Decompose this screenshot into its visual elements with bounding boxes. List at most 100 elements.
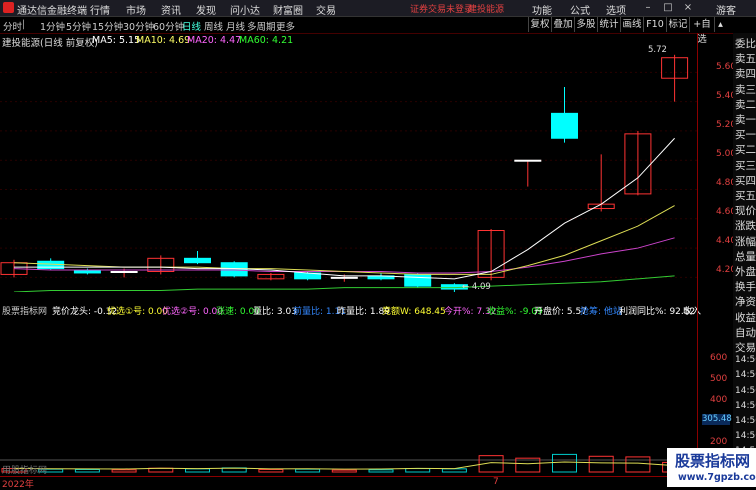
volume-tick: 500 xyxy=(710,374,728,384)
menu-gongneng[interactable]: 功能 xyxy=(532,2,552,17)
time-axis xyxy=(0,476,697,488)
tab-more[interactable]: 更多 xyxy=(276,19,295,33)
side-panel-item: 收益 xyxy=(735,311,756,324)
ma10-line xyxy=(13,205,675,275)
stock-name-link[interactable]: 建投能源 xyxy=(468,2,504,15)
tab-multi-period[interactable]: 多周期 xyxy=(247,19,276,33)
ma5-line xyxy=(14,137,675,280)
side-panel-item: 14:50 xyxy=(735,355,756,366)
volume-ma-line xyxy=(13,461,675,470)
candle-body xyxy=(110,271,138,273)
side-panel-item: 净资 xyxy=(735,296,756,309)
volume-bar xyxy=(331,469,357,473)
app-logo-icon xyxy=(3,2,14,13)
menu-xuanxiang[interactable]: 选项 xyxy=(606,2,626,17)
ma20-line xyxy=(13,237,675,274)
tab-5min[interactable]: 5分钟 xyxy=(66,19,91,33)
candlestick-chart[interactable] xyxy=(0,46,697,292)
tab-60min[interactable]: 60分钟 xyxy=(153,19,184,33)
tab-15min[interactable]: 15分钟 xyxy=(92,19,123,33)
side-panel-item: 外盘 xyxy=(735,266,756,278)
side-panel-item: 委比 xyxy=(735,38,756,50)
volume-bar xyxy=(625,456,651,473)
time-axis-month: 7 xyxy=(493,477,499,487)
menu-hangqing[interactable]: 行情 xyxy=(90,2,110,17)
volume-current-value: 305.48 xyxy=(702,414,732,425)
menu-gongshi[interactable]: 公式 xyxy=(570,2,590,17)
login-warning[interactable]: 证券交易未登录 xyxy=(410,2,473,15)
menu-jiaoyi[interactable]: 交易 xyxy=(316,2,336,17)
indicator-item: 抢筹: 他站 xyxy=(580,307,622,317)
indicator-item: 优选①号: 0.00 xyxy=(107,307,169,317)
watermark-title: 股票指标网 xyxy=(675,452,751,470)
indicator-item: 开盘价: 5.57 xyxy=(534,307,587,317)
tab-daily[interactable]: 日线 xyxy=(182,19,201,33)
indicator-item: 量比: 3.03 xyxy=(253,307,297,317)
tool-huaxian[interactable]: 画线 xyxy=(620,17,643,32)
candle-body xyxy=(330,276,358,279)
side-panel-item: 14:50 xyxy=(735,385,756,396)
menu-shichang[interactable]: 市场 xyxy=(126,2,146,17)
side-panel-item: 现价 xyxy=(735,205,756,218)
ma10-label: MA10: 4.69 xyxy=(136,35,191,46)
side-panel-item: 14:56 xyxy=(735,431,756,442)
tab-30min[interactable]: 30分钟 xyxy=(123,19,154,33)
indicator-item: 优选②号: 0.00 xyxy=(162,307,224,317)
indicator-bar: 股票指标网 竞价龙头: -0.32 优选①号: 0.00 优选②号: 0.00 涨速: … xyxy=(0,303,705,317)
side-panel-item: 14:50 xyxy=(735,400,756,411)
close-icon[interactable]: × xyxy=(680,0,696,16)
low-annotation-value: 4.09 xyxy=(471,282,491,292)
volume-tick: 400 xyxy=(710,395,728,405)
volume-bar xyxy=(441,468,467,473)
volume-bar xyxy=(295,468,321,473)
side-panel-item: 买二 xyxy=(735,144,756,157)
volume-bar xyxy=(258,468,284,473)
tool-duogu[interactable]: 多股 xyxy=(574,17,597,32)
side-panel-item: 卖三 xyxy=(735,83,756,96)
low-annotation: ← 4.09 xyxy=(462,282,491,292)
maximize-icon[interactable]: □ xyxy=(660,0,676,16)
ma60-label: MA60: 4.21 xyxy=(239,35,294,46)
tool-fuquan[interactable]: 复权 xyxy=(528,17,551,32)
menu-faxian[interactable]: 发现 xyxy=(196,2,216,17)
volume-tick: 200 xyxy=(710,437,728,447)
minimize-icon[interactable]: – xyxy=(640,0,656,16)
tool-f10[interactable]: F10 xyxy=(643,17,666,32)
menu-caifuquan[interactable]: 财富圈 xyxy=(273,2,303,17)
indicator-item: 竞额W: 648.45 xyxy=(382,307,446,317)
menu-wenxiaoda[interactable]: 问小达 xyxy=(230,2,260,17)
scroll-up-icon[interactable]: ▴ xyxy=(714,17,726,32)
high-annotation: 5.72 xyxy=(648,45,667,55)
watermark-url: www.7gpzb.com xyxy=(678,472,756,483)
side-panel-item: 买三 xyxy=(735,159,756,172)
volume-bar xyxy=(405,468,431,473)
tool-tongji[interactable]: 统计 xyxy=(597,17,620,32)
volume-bar xyxy=(74,468,100,473)
volume-bar xyxy=(185,468,210,473)
side-panel-item: 卖四 xyxy=(735,68,756,81)
menu-zixun[interactable]: 资讯 xyxy=(161,2,181,17)
side-panel-item: 换手 xyxy=(735,281,756,294)
volume-bar xyxy=(588,455,614,473)
tab-separator: | xyxy=(22,19,26,30)
guest-user[interactable]: 游客 xyxy=(716,2,736,17)
tool-biaoji[interactable]: 标记 xyxy=(666,17,689,32)
tab-monthly[interactable]: 月线 xyxy=(226,19,245,33)
side-panel-item: 自动 xyxy=(735,326,756,339)
side-panel-item: 14:50 xyxy=(735,416,756,426)
candle-body xyxy=(404,273,432,287)
volume-tick: 600 xyxy=(710,353,728,363)
side-panel-item: 卖一 xyxy=(735,114,756,126)
tab-1min[interactable]: 1分钟 xyxy=(40,19,65,33)
side-panel-item: 买一 xyxy=(735,129,756,142)
volume-chart[interactable] xyxy=(0,318,697,476)
tool-diejia[interactable]: 叠加 xyxy=(551,17,574,32)
side-panel-item: 卖五 xyxy=(735,53,756,66)
tab-weekly[interactable]: 周线 xyxy=(204,19,223,33)
tool-add-watchlist[interactable]: +自选 xyxy=(689,17,714,45)
ma5-label: MA5: 5.15 xyxy=(92,35,141,46)
ma20-label: MA20: 4.47 xyxy=(187,35,242,46)
tab-fenshi[interactable]: 分时 xyxy=(3,19,22,33)
candle-body xyxy=(551,112,578,139)
app-title: 通达信金融终端 xyxy=(17,6,87,17)
